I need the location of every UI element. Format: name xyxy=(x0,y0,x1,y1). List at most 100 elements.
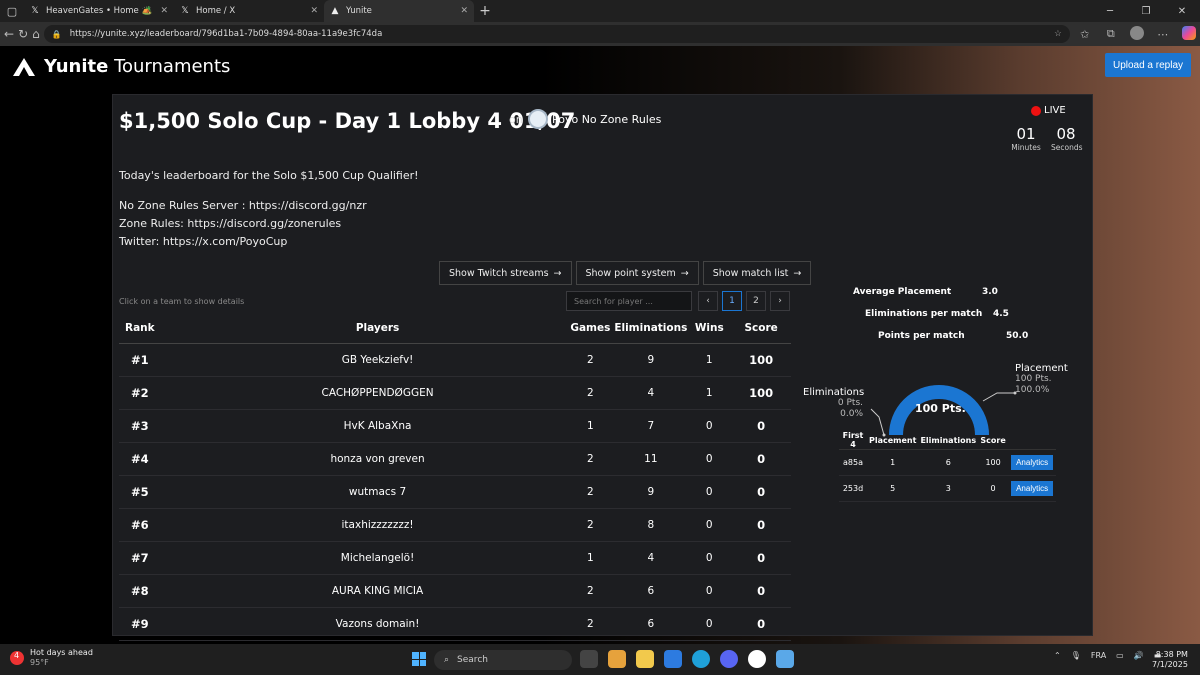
brand-bold: Yunite xyxy=(44,56,109,77)
minimize-icon[interactable]: ─ xyxy=(1092,6,1128,17)
gauge-center-label: 100 Pts. xyxy=(915,402,966,415)
match-actions: Analytics xyxy=(1008,475,1057,502)
weather-icon: 4 xyxy=(10,651,24,665)
microphone-icon[interactable]: 🎙 xyxy=(1071,651,1081,660)
system-tray: ⌃ 🎙 FRA ▭ 🔊 ▬ xyxy=(1054,651,1161,660)
rank-cell: #6 xyxy=(119,508,189,542)
games-cell: 1 xyxy=(566,541,615,575)
timer-seconds: 08 xyxy=(1056,125,1076,143)
player-cell: HvK AlbaXna xyxy=(188,409,567,443)
wins-cell: 0 xyxy=(687,508,732,542)
wins-cell: 1 xyxy=(687,376,732,410)
score-cell: 0 xyxy=(731,541,791,575)
table-row[interactable]: #5 wutmacs 72900 xyxy=(119,475,791,509)
app-icon[interactable] xyxy=(748,650,766,668)
player-search-input[interactable] xyxy=(566,291,692,311)
extensions-icon[interactable]: ⧉ xyxy=(1100,27,1122,41)
minutes-label: Minutes xyxy=(1011,143,1041,152)
col-score: Score xyxy=(978,431,1009,450)
table-row[interactable]: #8 AURA KING MICIA 2 6 0 0 xyxy=(119,574,791,608)
taskbar-search[interactable]: ⌕ Search xyxy=(434,650,572,670)
leaderboard-table: Rank Players Games Eliminations Wins Sco… xyxy=(119,313,791,641)
wins-cell: 0 xyxy=(687,607,732,641)
games-cell: 2 xyxy=(566,343,615,377)
copilot-icon[interactable] xyxy=(1178,25,1200,43)
page-button-2[interactable]: 2 xyxy=(746,291,766,311)
task-view-icon[interactable] xyxy=(580,650,598,668)
live-indicator: LIVE xyxy=(1031,105,1066,116)
elims-percent: 0.0% xyxy=(840,409,863,419)
tab-actions-icon[interactable]: ▢ xyxy=(0,0,24,22)
chevron-up-icon[interactable]: ⌃ xyxy=(1054,651,1061,660)
language-indicator[interactable]: FRA xyxy=(1091,651,1106,660)
placement-label: Placement xyxy=(1015,363,1068,374)
close-icon[interactable]: ✕ xyxy=(160,6,168,16)
player-cell: itaxhizzzzzzz! xyxy=(188,508,567,542)
file-explorer-icon[interactable] xyxy=(636,650,654,668)
upload-replay-button[interactable]: Upload a replay xyxy=(1105,53,1191,77)
edge-icon[interactable] xyxy=(692,650,710,668)
col-players: Players xyxy=(188,313,567,344)
weather-widget[interactable]: 4 Hot days ahead 95°F xyxy=(10,648,93,668)
match-placement: 1 xyxy=(867,449,919,476)
show-point-system-button[interactable]: Show point system → xyxy=(575,261,699,285)
page-button-1[interactable]: 1 xyxy=(722,291,742,311)
table-row[interactable]: #2 CACHØPPENDØGGEN 2 4 1 100 xyxy=(119,376,791,410)
discord-icon[interactable] xyxy=(720,650,738,668)
close-window-icon[interactable]: ✕ xyxy=(1164,6,1200,17)
pagination: ‹ 1 2 › xyxy=(698,291,790,311)
page-content: Yunite Tournaments Upload a replay $1,50… xyxy=(0,46,1200,644)
table-row[interactable]: #1 GB Yeekziefv! 2 9 1 100 xyxy=(119,343,791,377)
player-cell: Michelangelö! xyxy=(188,541,567,575)
prev-page-icon[interactable]: ‹ xyxy=(698,291,718,311)
start-button[interactable] xyxy=(412,652,426,666)
home-icon[interactable]: ⌂ xyxy=(32,27,40,41)
url-text: https://yunite.xyz/leaderboard/796d1ba1-… xyxy=(69,29,383,39)
table-row[interactable]: #6 itaxhizzzzzzz! 2 8 0 0 xyxy=(119,508,791,542)
analytics-button[interactable]: Analytics xyxy=(1011,481,1054,496)
placement-legend: Placement 100 Pts. 100.0% xyxy=(1015,363,1068,396)
address-bar[interactable]: 🔒 https://yunite.xyz/leaderboard/796d1ba… xyxy=(43,25,1070,43)
show-match-list-button[interactable]: Show match list → xyxy=(702,261,812,285)
favorite-star-icon[interactable]: ☆ xyxy=(1054,29,1062,39)
close-icon[interactable]: ✕ xyxy=(310,6,318,16)
site-brand[interactable]: Yunite Tournaments xyxy=(12,56,230,77)
player-cell: honza von greven xyxy=(188,442,567,476)
analytics-button[interactable]: Analytics xyxy=(1011,455,1054,470)
tab-heavengates[interactable]: 𝕏 HeavenGates • Home 🏕️ / X ✕ xyxy=(24,0,174,22)
table-row[interactable]: #7 Michelangelö! 1 4 0 0 xyxy=(119,541,791,575)
restore-icon[interactable]: ❐ xyxy=(1128,6,1164,17)
tab-title: Home / X xyxy=(196,6,236,16)
score-cell: 0 xyxy=(731,475,791,509)
refresh-icon[interactable]: ↻ xyxy=(18,27,28,41)
score-cell: 100 xyxy=(731,343,791,377)
map-name[interactable]: Poyo No Zone Rules xyxy=(552,113,661,126)
favorites-icon[interactable]: ✩ xyxy=(1074,28,1096,41)
show-twitch-streams-button[interactable]: Show Twitch streams → xyxy=(439,261,572,285)
match-table: First 4 Placement Eliminations Score a85… xyxy=(839,431,1057,502)
score-cell: 0 xyxy=(731,607,791,641)
store-icon[interactable] xyxy=(664,650,682,668)
back-icon[interactable]: ← xyxy=(4,27,14,41)
button-label: Show Twitch streams xyxy=(449,267,549,279)
points-gauge: 100 Pts. Placement 100 Pts. 100.0% Elimi… xyxy=(803,359,1093,439)
new-tab-button[interactable]: + xyxy=(474,3,496,19)
table-row[interactable]: #3 HvK AlbaXna 1 7 0 0 xyxy=(119,409,791,443)
taskbar-clock[interactable]: 8:38 PM 7/1/2025 xyxy=(1152,650,1188,670)
menu-icon[interactable]: ⋯ xyxy=(1152,28,1174,41)
volume-icon[interactable]: 🔊 xyxy=(1134,651,1144,660)
event-title: $1,500 Solo Cup - Day 1 Lobby 4 01/07 xyxy=(119,109,576,133)
table-row[interactable]: #4 honza von greven 2 11 0 0 xyxy=(119,442,791,476)
app-icon[interactable] xyxy=(776,650,794,668)
next-page-icon[interactable]: › xyxy=(770,291,790,311)
network-icon[interactable]: ▭ xyxy=(1116,651,1124,660)
widgets-icon[interactable] xyxy=(608,650,626,668)
close-icon[interactable]: ✕ xyxy=(460,6,468,16)
rank-cell: #3 xyxy=(119,409,189,443)
brand-rest: Tournaments xyxy=(108,56,231,77)
table-row[interactable]: #9 Vazons domain! 2 6 0 0 xyxy=(119,607,791,641)
profile-icon[interactable] xyxy=(1126,25,1148,43)
tab-home-x[interactable]: 𝕏 Home / X ✕ xyxy=(174,0,324,22)
lock-icon[interactable]: 🔒 xyxy=(52,30,62,39)
tab-yunite[interactable]: ▲ Yunite ✕ xyxy=(324,0,474,22)
